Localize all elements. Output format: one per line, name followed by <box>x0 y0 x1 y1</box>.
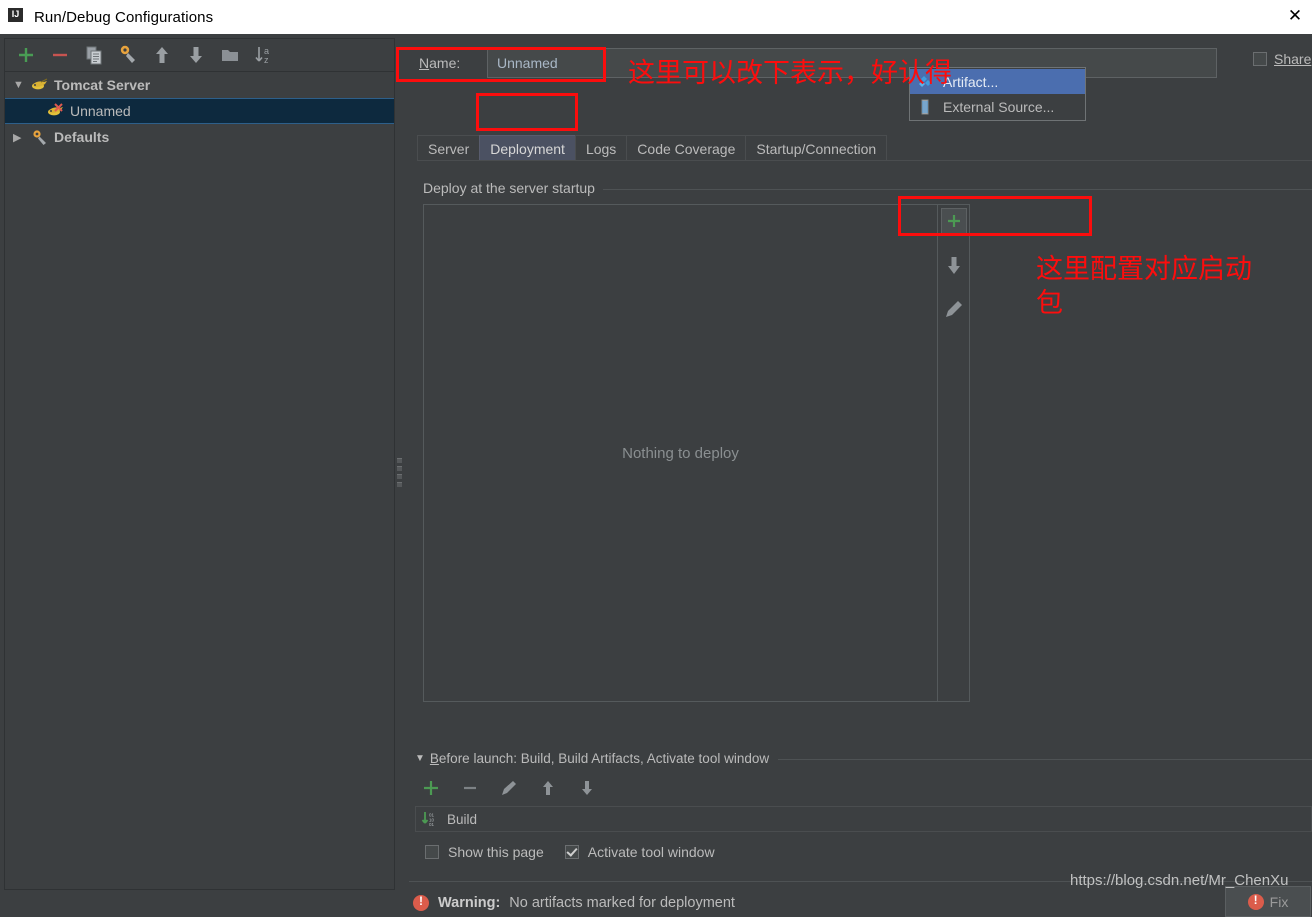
splitter-handle-icon[interactable] <box>397 458 403 492</box>
tab-underline <box>417 160 1312 161</box>
task-label: Build <box>447 811 478 827</box>
move-down-button[interactable] <box>185 44 207 66</box>
edit-button[interactable] <box>941 296 967 322</box>
configuration-editor-panel: Name: Unnamed Share Server Deployment Lo… <box>405 34 1312 917</box>
warning-prefix: Warning: <box>438 895 501 911</box>
show-this-page-checkbox[interactable] <box>425 845 439 859</box>
configurations-left-panel: a z ▼ Tomcat Server Unnamed ▶ Defaults <box>4 38 395 890</box>
window-title-bar: Run/Debug Configurations ✕ <box>0 0 1312 34</box>
dialog-body: a z ▼ Tomcat Server Unnamed ▶ Defaults N… <box>0 34 1312 917</box>
activate-tool-window-checkbox[interactable] <box>564 845 579 859</box>
tomcat-error-icon <box>47 103 65 119</box>
annotation-text-name-note: 这里可以改下表示，好认得 <box>628 58 952 89</box>
editor-tabs[interactable]: Server Deployment Logs Code Coverage Sta… <box>417 133 888 161</box>
activate-tool-window-label: Activate tool window <box>587 844 715 860</box>
warning-message: No artifacts marked for deployment <box>509 895 735 911</box>
tab-deployment[interactable]: Deployment <box>479 135 576 161</box>
tab-server[interactable]: Server <box>417 135 481 161</box>
warning-bar: Warning: No artifacts marked for deploym… <box>413 894 735 911</box>
edit-defaults-button[interactable] <box>117 44 139 66</box>
before-launch-toolbar <box>421 778 599 800</box>
tree-item-unnamed[interactable]: Unnamed <box>5 98 394 124</box>
configurations-toolbar: a z <box>5 39 394 71</box>
deploy-group-title: Deploy at the server startup <box>423 180 603 196</box>
tree-item-label: Defaults <box>54 129 110 145</box>
share-checkbox[interactable] <box>1253 52 1267 66</box>
move-up-button[interactable] <box>151 44 173 66</box>
svg-text:01: 01 <box>429 822 435 827</box>
build-icon: 01 10 01 <box>421 811 441 827</box>
chevron-right-icon[interactable]: ▶ <box>13 131 31 144</box>
move-task-down-button[interactable] <box>577 778 599 800</box>
tree-item-defaults[interactable]: ▶ Defaults <box>5 124 394 150</box>
name-label: Name: <box>419 55 461 71</box>
add-task-button[interactable] <box>421 778 443 800</box>
remove-task-button[interactable] <box>460 778 482 800</box>
share-label: Share <box>1274 51 1312 67</box>
tree-item-tomcat-server[interactable]: ▼ Tomcat Server <box>5 72 394 98</box>
deployment-list-toolbar <box>938 204 970 702</box>
sort-alphabetically-button[interactable]: a z <box>253 44 275 66</box>
deployment-list[interactable]: Nothing to deploy <box>423 204 938 702</box>
configurations-tree[interactable]: ▼ Tomcat Server Unnamed ▶ Defaults <box>5 71 394 150</box>
deployment-empty-text: Nothing to deploy <box>622 444 739 462</box>
warning-icon <box>413 894 429 911</box>
show-this-page-label: Show this page <box>448 844 544 860</box>
before-launch-title-text: Before launch: Build, Build Artifacts, A… <box>429 751 770 766</box>
before-launch-task-list[interactable]: 01 10 01 Build <box>415 806 1312 832</box>
tomcat-icon <box>31 77 49 93</box>
intellij-idea-logo-icon <box>6 7 26 27</box>
tab-logs[interactable]: Logs <box>574 135 628 161</box>
close-icon[interactable]: ✕ <box>1282 4 1308 28</box>
tab-code-coverage[interactable]: Code Coverage <box>626 135 747 161</box>
gear-wrench-icon <box>31 129 49 145</box>
remove-button[interactable] <box>49 44 71 66</box>
copy-configuration-button[interactable] <box>83 44 105 66</box>
before-launch-title[interactable]: ▼ Before launch: Build, Build Artifacts,… <box>415 751 779 766</box>
panel-splitter[interactable] <box>395 38 405 890</box>
add-button[interactable] <box>15 44 37 66</box>
annotation-text-artifact-note: 这里配置对应启动 包 <box>1036 254 1252 319</box>
before-launch-options: Show this page Activate tool window <box>425 844 727 860</box>
menu-item-label: External Source... <box>943 98 1055 115</box>
share-checkbox-row[interactable]: Share <box>1253 51 1312 67</box>
move-task-up-button[interactable] <box>538 778 560 800</box>
window-title: Run/Debug Configurations <box>34 8 214 26</box>
edit-task-button[interactable] <box>499 778 521 800</box>
add-deployment-button[interactable] <box>940 208 967 234</box>
menu-item-external-source[interactable]: External Source... <box>910 94 1085 119</box>
tree-item-label: Unnamed <box>70 103 131 119</box>
chevron-down-icon[interactable]: ▼ <box>415 753 425 764</box>
external-source-icon <box>916 99 934 115</box>
chevron-down-icon[interactable]: ▼ <box>13 79 31 91</box>
tab-startup-connection[interactable]: Startup/Connection <box>745 135 888 161</box>
new-folder-icon[interactable] <box>219 44 241 66</box>
svg-text:z: z <box>264 55 269 65</box>
move-down-button[interactable] <box>941 252 967 278</box>
watermark: https://blog.csdn.net/Mr_ChenXu <box>1070 872 1289 889</box>
tree-item-label: Tomcat Server <box>54 77 151 93</box>
